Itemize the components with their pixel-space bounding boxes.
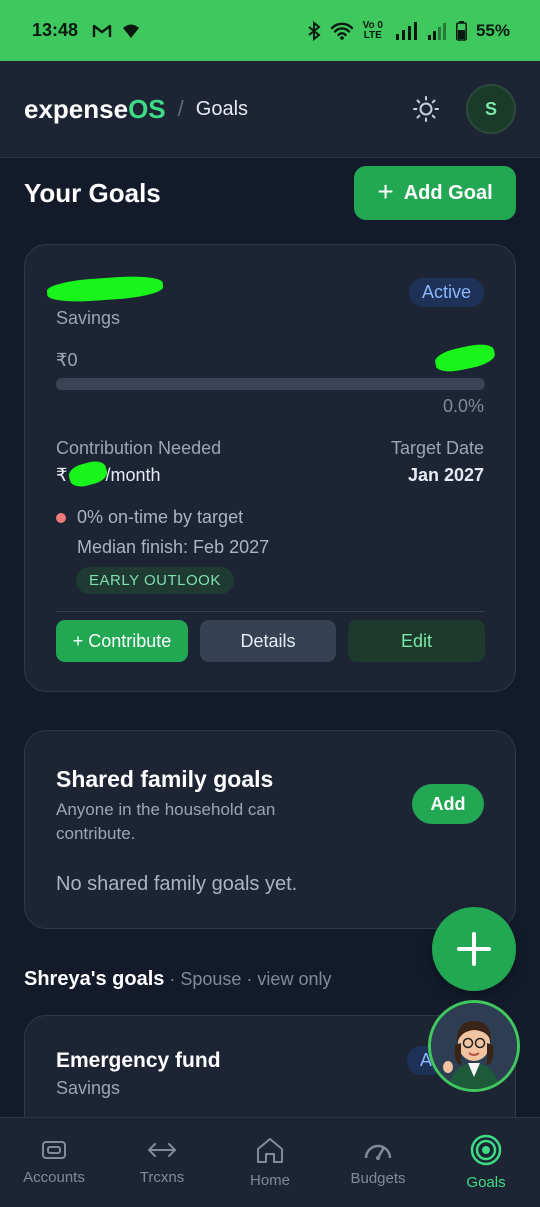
details-button[interactable]: Details bbox=[200, 620, 336, 662]
battery-icon bbox=[455, 20, 467, 41]
shared-goals-card: Shared family goals Anyone in the househ… bbox=[24, 730, 516, 929]
nav-budgets[interactable]: Budgets bbox=[324, 1118, 432, 1207]
wifi-icon bbox=[330, 22, 353, 40]
target-date-value: Jan 2027 bbox=[407, 465, 484, 485]
spouse-name: Shreya's goals bbox=[24, 968, 165, 990]
nav-accounts[interactable]: Accounts bbox=[0, 1118, 108, 1207]
median-finish: Median finish: Feb 2027 bbox=[77, 537, 270, 557]
signal-4g-icon bbox=[395, 21, 417, 40]
shared-goals-title: Shared family goals bbox=[56, 766, 274, 792]
wallet-icon bbox=[42, 1141, 66, 1159]
plus-icon bbox=[457, 932, 491, 966]
theme-toggle-button[interactable] bbox=[408, 91, 444, 127]
status-dot bbox=[56, 512, 66, 523]
ontime-indicator: 0% on-time by target bbox=[56, 507, 243, 528]
nav-label: Goals bbox=[466, 1174, 506, 1191]
nav-label: Budgets bbox=[350, 1170, 406, 1187]
ontime-text: 0% on-time by target bbox=[77, 507, 244, 527]
bluetooth-icon bbox=[307, 20, 321, 41]
signal-icon bbox=[427, 22, 446, 40]
nav-label: Trcxns bbox=[139, 1169, 185, 1186]
target-icon bbox=[470, 1134, 502, 1166]
user-avatar[interactable]: S bbox=[466, 84, 516, 134]
target-date-label: Target Date bbox=[390, 438, 484, 458]
status-time: 13:48 bbox=[32, 20, 79, 40]
nav-home[interactable]: Home bbox=[216, 1118, 324, 1207]
edit-button[interactable]: Edit bbox=[348, 620, 485, 662]
assistant-avatar-button[interactable] bbox=[428, 1000, 520, 1092]
goal-card[interactable]: Active Savings ₹0 0.0% Contribution Need… bbox=[24, 244, 516, 692]
goal-category: Savings bbox=[56, 308, 121, 328]
nav-label: Home bbox=[249, 1172, 290, 1189]
plus-icon: + bbox=[377, 175, 394, 207]
gauge-icon bbox=[364, 1144, 392, 1160]
breadcrumb-separator: / bbox=[177, 96, 184, 121]
brand-logo[interactable]: expenseOS bbox=[24, 94, 166, 125]
sun-icon bbox=[413, 96, 439, 122]
redacted-goal-name bbox=[46, 273, 164, 305]
status-badge: Active bbox=[408, 278, 484, 307]
add-shared-goal-button[interactable]: Add bbox=[412, 784, 484, 824]
card-divider bbox=[56, 611, 485, 612]
progress-percent: 0.0% bbox=[442, 396, 484, 416]
arrows-icon bbox=[148, 1143, 176, 1157]
status-icons: Vo 0 LTE 55% bbox=[307, 19, 510, 41]
goal-progress-bar bbox=[56, 378, 485, 390]
app-header: expenseOS / Goals S bbox=[0, 61, 540, 158]
contribute-button[interactable]: + Contribute bbox=[56, 620, 188, 662]
page-title: Your Goals bbox=[24, 177, 161, 208]
status-bar: 13:48 Vo 0 LTE 55% bbox=[0, 0, 540, 61]
gmail-icon bbox=[92, 24, 112, 37]
assistant-avatar-icon bbox=[431, 1003, 517, 1089]
shared-goals-empty: No shared family goals yet. bbox=[56, 873, 298, 895]
spouse-goal-category: Savings bbox=[56, 1078, 121, 1098]
spouse-goal-title: Emergency fund bbox=[56, 1049, 221, 1072]
nav-goals[interactable]: Goals bbox=[432, 1118, 540, 1207]
breadcrumb-current: Goals bbox=[195, 97, 249, 120]
wifi-question-icon bbox=[123, 24, 140, 38]
nav-transactions[interactable]: Trcxns bbox=[108, 1118, 216, 1207]
home-icon bbox=[257, 1138, 283, 1163]
add-goal-label: Add Goal bbox=[403, 181, 493, 204]
spouse-meta: · Spouse · view only bbox=[164, 969, 332, 989]
status-notifications bbox=[92, 23, 140, 39]
contribution-label: Contribution Needed bbox=[56, 438, 222, 458]
page-title-row: Your Goals + Add Goal bbox=[24, 166, 516, 220]
volte-indicator: Vo 0 LTE bbox=[362, 19, 383, 41]
saved-amount: ₹0 bbox=[56, 350, 78, 370]
shared-goals-subtitle: Anyone in the household can contribute. bbox=[56, 800, 276, 843]
battery-percent: 55% bbox=[475, 20, 510, 40]
spouse-goals-header: Shreya's goals · Spouse · view only bbox=[24, 968, 331, 991]
outlook-badge: EARLY OUTLOOK bbox=[76, 567, 234, 594]
bottom-navigation: Accounts Trcxns Home Budgets Goals bbox=[0, 1117, 540, 1207]
add-goal-button[interactable]: + Add Goal bbox=[354, 166, 516, 220]
nav-label: Accounts bbox=[23, 1169, 85, 1186]
redacted-target-amount bbox=[433, 341, 497, 375]
quick-add-fab[interactable] bbox=[432, 907, 516, 991]
